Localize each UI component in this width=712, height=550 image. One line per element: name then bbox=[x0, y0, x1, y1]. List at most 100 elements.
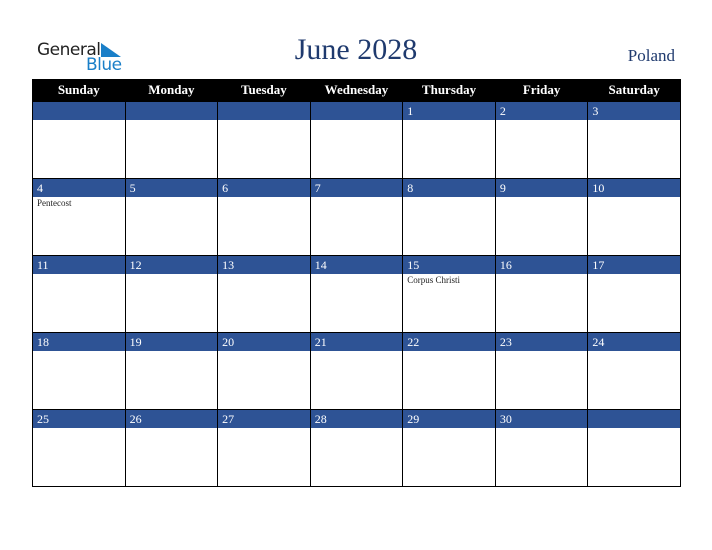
day-cell bbox=[217, 101, 311, 179]
day-cell bbox=[32, 101, 126, 179]
holiday-label bbox=[403, 120, 495, 121]
day-cell: 17 bbox=[587, 255, 681, 333]
holiday-label bbox=[218, 120, 310, 121]
weekday-header-row: Sunday Monday Tuesday Wednesday Thursday… bbox=[32, 79, 681, 102]
holiday-label: Corpus Christi bbox=[407, 275, 461, 285]
holiday-label bbox=[126, 197, 218, 198]
holiday-label bbox=[311, 197, 403, 198]
day-cell: 30 bbox=[494, 409, 589, 487]
day-number: 2 bbox=[495, 102, 588, 120]
day-cell: 4 Pentecost bbox=[32, 178, 126, 256]
day-cell: 10 bbox=[587, 178, 681, 256]
holiday-label bbox=[33, 120, 125, 121]
day-number: 12 bbox=[125, 256, 218, 274]
day-number: 20 bbox=[218, 333, 310, 351]
holiday-label bbox=[218, 274, 310, 275]
holiday-label bbox=[588, 197, 680, 198]
weekday-header: Monday bbox=[124, 79, 219, 102]
week-row: 4 Pentecost 5 6 7 8 9 10 bbox=[32, 178, 681, 256]
day-number: 1 bbox=[403, 102, 495, 120]
day-cell: 24 bbox=[587, 332, 681, 410]
day-cell: 19 bbox=[124, 332, 219, 410]
holiday-label bbox=[403, 428, 495, 429]
day-number: 19 bbox=[125, 333, 218, 351]
day-cell: 20 bbox=[217, 332, 311, 410]
day-number: 10 bbox=[588, 179, 680, 197]
day-number: 27 bbox=[218, 410, 310, 428]
holiday-label bbox=[588, 274, 680, 275]
day-cell: 18 bbox=[32, 332, 126, 410]
day-cell: 23 bbox=[494, 332, 589, 410]
day-number: 30 bbox=[495, 410, 588, 428]
week-row: 11 12 13 14 15 Corpus Christi 16 17 bbox=[32, 255, 681, 333]
day-number: 29 bbox=[403, 410, 495, 428]
day-number bbox=[218, 102, 310, 120]
day-cell: 2 bbox=[494, 101, 589, 179]
day-number: 24 bbox=[588, 333, 680, 351]
holiday-label bbox=[33, 351, 125, 352]
day-number bbox=[125, 102, 218, 120]
day-cell: 26 bbox=[124, 409, 219, 487]
holiday-label bbox=[126, 274, 218, 275]
day-cell: 3 bbox=[587, 101, 681, 179]
day-number: 17 bbox=[588, 256, 680, 274]
day-cell bbox=[124, 101, 219, 179]
day-number: 22 bbox=[403, 333, 495, 351]
holiday-label bbox=[311, 120, 403, 121]
holiday-label bbox=[218, 197, 310, 198]
holiday-label bbox=[126, 428, 218, 429]
day-number: 25 bbox=[33, 410, 125, 428]
day-cell: 7 bbox=[309, 178, 404, 256]
holiday-label bbox=[588, 120, 680, 121]
page-title: June 2028 bbox=[294, 33, 418, 66]
calendar-grid: Sunday Monday Tuesday Wednesday Thursday… bbox=[32, 79, 681, 487]
day-number: 7 bbox=[310, 179, 403, 197]
holiday-label bbox=[496, 274, 588, 275]
weekday-header: Sunday bbox=[32, 79, 126, 102]
day-number: 21 bbox=[310, 333, 403, 351]
week-row: 25 26 27 28 29 30 bbox=[32, 409, 681, 487]
day-number: 14 bbox=[310, 256, 403, 274]
holiday-label bbox=[126, 351, 218, 352]
day-number: 16 bbox=[495, 256, 588, 274]
weekday-header: Wednesday bbox=[309, 79, 404, 102]
day-number bbox=[33, 102, 125, 120]
holiday-label bbox=[33, 274, 125, 275]
day-cell: 22 bbox=[402, 332, 496, 410]
day-cell: 28 bbox=[309, 409, 404, 487]
day-number: 28 bbox=[310, 410, 403, 428]
holiday-label bbox=[496, 428, 588, 429]
holiday-label bbox=[311, 351, 403, 352]
day-cell: 12 bbox=[124, 255, 219, 333]
holiday-label bbox=[588, 351, 680, 352]
weekday-header: Tuesday bbox=[217, 79, 311, 102]
day-number: 15 bbox=[403, 256, 495, 274]
day-cell bbox=[309, 101, 404, 179]
holiday-label: Pentecost bbox=[37, 198, 72, 208]
day-cell: 16 bbox=[494, 255, 589, 333]
week-row: 123 bbox=[32, 101, 681, 179]
country-label: Poland bbox=[627, 46, 675, 65]
holiday-label bbox=[403, 197, 495, 198]
day-cell: 25 bbox=[32, 409, 126, 487]
holiday-label bbox=[496, 351, 588, 352]
day-number bbox=[588, 410, 680, 428]
weekday-header: Thursday bbox=[402, 79, 496, 102]
weekday-header: Friday bbox=[494, 79, 589, 102]
holiday-label bbox=[126, 120, 218, 121]
day-cell: 8 bbox=[402, 178, 496, 256]
day-cell: 21 bbox=[309, 332, 404, 410]
holiday-label bbox=[403, 351, 495, 352]
holiday-label bbox=[588, 428, 680, 429]
day-number: 8 bbox=[403, 179, 495, 197]
holiday-label bbox=[496, 120, 588, 121]
day-cell: 9 bbox=[494, 178, 589, 256]
day-number bbox=[310, 102, 403, 120]
holiday-label bbox=[218, 351, 310, 352]
day-cell: 1 bbox=[402, 101, 496, 179]
day-number: 3 bbox=[588, 102, 680, 120]
day-number: 4 bbox=[33, 179, 125, 197]
holiday-label bbox=[311, 428, 403, 429]
day-number: 11 bbox=[33, 256, 125, 274]
holiday-label bbox=[311, 274, 403, 275]
